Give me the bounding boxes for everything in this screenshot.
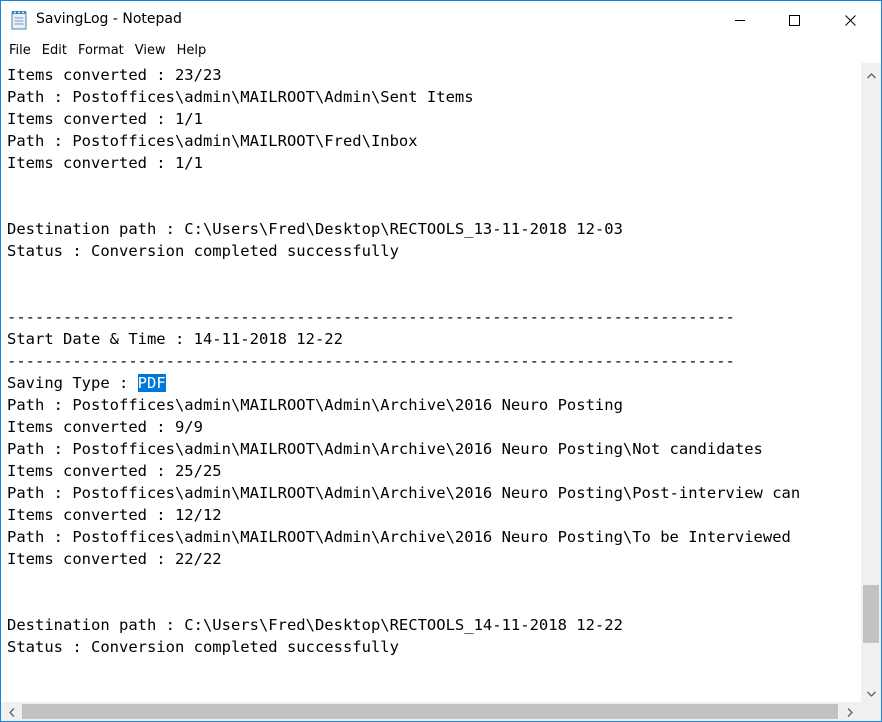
scroll-right-button[interactable] (841, 702, 859, 721)
text-line[interactable] (7, 592, 800, 614)
scroll-up-button[interactable] (861, 65, 881, 82)
scroll-down-arrow-icon (866, 682, 876, 701)
text-line[interactable]: Items converted : 23/23 (7, 64, 800, 86)
title-bar[interactable]: SavingLog - Notepad (1, 1, 881, 39)
notepad-icon[interactable] (11, 10, 29, 30)
text-line-content: Status : Conversion completed successful… (7, 242, 399, 260)
menu-help[interactable]: Help (172, 40, 212, 62)
minimize-button[interactable] (717, 1, 763, 39)
text-line[interactable] (7, 570, 800, 592)
menu-bar: File Edit Format View Help (1, 40, 881, 62)
text-line[interactable]: Items converted : 25/25 (7, 460, 800, 482)
window-title: SavingLog - Notepad (36, 11, 182, 27)
text-line-content: Items converted : 25/25 (7, 462, 222, 480)
text-line-content: Items converted : 1/1 (7, 154, 203, 172)
text-line[interactable]: Items converted : 12/12 (7, 504, 800, 526)
text-line[interactable]: Items converted : 1/1 (7, 108, 800, 130)
text-line-content: Items converted : 9/9 (7, 418, 203, 436)
text-line[interactable]: Items converted : 22/22 (7, 548, 800, 570)
text-line-content: Path : Postoffices\admin\MAILROOT\Admin\… (7, 484, 801, 502)
text-line[interactable]: Path : Postoffices\admin\MAILROOT\Admin\… (7, 526, 800, 548)
text-line[interactable]: Status : Conversion completed successful… (7, 636, 800, 658)
text-line[interactable]: ----------------------------------------… (7, 306, 800, 328)
close-button[interactable] (827, 1, 873, 39)
text-line-content: Start Date & Time : 14-11-2018 12-22 (7, 330, 343, 348)
text-line[interactable]: Destination path : C:\Users\Fred\Desktop… (7, 614, 800, 636)
maximize-button[interactable] (771, 1, 817, 39)
scroll-down-button[interactable] (861, 683, 881, 700)
vertical-scroll-thumb[interactable] (863, 585, 879, 644)
text-line[interactable]: Path : Postoffices\admin\MAILROOT\Fred\I… (7, 130, 800, 152)
text-line[interactable] (7, 262, 800, 284)
menu-view[interactable]: View (130, 40, 171, 62)
selected-text[interactable]: PDF (137, 374, 166, 392)
text-line-content: Path : Postoffices\admin\MAILROOT\Admin\… (7, 528, 791, 546)
text-line-content: Items converted : 23/23 (7, 66, 222, 84)
text-line[interactable]: Status : Conversion completed successful… (7, 240, 800, 262)
menu-edit[interactable]: Edit (37, 40, 72, 62)
text-line[interactable] (7, 174, 800, 196)
text-line-content: Destination path : C:\Users\Fred\Desktop… (7, 616, 623, 634)
horizontal-scrollbar[interactable] (1, 702, 861, 721)
text-line-content: Path : Postoffices\admin\MAILROOT\Admin\… (7, 440, 763, 458)
text-line-content: Items converted : 12/12 (7, 506, 222, 524)
text-line-content: Path : Postoffices\admin\MAILROOT\Admin\… (7, 88, 474, 106)
text-line[interactable] (7, 284, 800, 306)
text-line-content: ----------------------------------------… (7, 308, 735, 326)
text-line-content: Items converted : 22/22 (7, 550, 222, 568)
menu-file[interactable]: File (4, 40, 36, 62)
notepad-window: SavingLog - Notepad File Edit Format Vie… (0, 0, 882, 722)
scrollbar-corner (861, 702, 881, 721)
menu-format[interactable]: Format (73, 40, 129, 62)
maximize-icon (788, 14, 800, 26)
horizontal-scroll-thumb[interactable] (22, 704, 838, 719)
vertical-scrollbar[interactable] (861, 63, 881, 702)
text-editor[interactable]: Items converted : 23/23 Path : Postoffice… (1, 63, 861, 702)
text-line[interactable]: Items converted : 1/1 (7, 152, 800, 174)
minimize-icon (735, 15, 745, 25)
text-line-content: Destination path : C:\Users\Fred\Desktop… (7, 220, 623, 238)
text-line-content: Path : Postoffices\admin\MAILROOT\Admin\… (7, 396, 623, 414)
text-line[interactable]: Destination path : C:\Users\Fred\Desktop… (7, 218, 800, 240)
text-line-content: Status : Conversion completed successful… (7, 638, 399, 656)
close-icon (844, 14, 856, 26)
text-line[interactable]: Path : Postoffices\admin\MAILROOT\Admin\… (7, 438, 800, 460)
text-line-content: ----------------------------------------… (7, 352, 735, 370)
text-line-content: Path : Postoffices\admin\MAILROOT\Fred\I… (7, 132, 418, 150)
scroll-right-arrow-icon (847, 702, 853, 721)
scroll-up-arrow-icon (866, 64, 876, 83)
text-line[interactable]: Items converted : 9/9 (7, 416, 800, 438)
text-line[interactable]: ----------------------------------------… (7, 350, 800, 372)
text-line-content: Items converted : 1/1 (7, 110, 203, 128)
text-line-content: Saving Type : (7, 374, 138, 392)
text-line[interactable]: Path : Postoffices\admin\MAILROOT\Admin\… (7, 482, 800, 504)
text-line[interactable] (7, 196, 800, 218)
text-line[interactable]: Saving Type : PDF (7, 372, 800, 394)
scroll-left-button[interactable] (3, 702, 21, 721)
document-text[interactable]: Items converted : 23/23 Path : Postoffice… (7, 64, 800, 658)
text-line[interactable]: Start Date & Time : 14-11-2018 12-22 (7, 328, 800, 350)
text-line[interactable]: Path : Postoffices\admin\MAILROOT\Admin\… (7, 394, 800, 416)
text-line[interactable]: Path : Postoffices\admin\MAILROOT\Admin\… (7, 86, 800, 108)
scroll-left-arrow-icon (9, 702, 15, 721)
